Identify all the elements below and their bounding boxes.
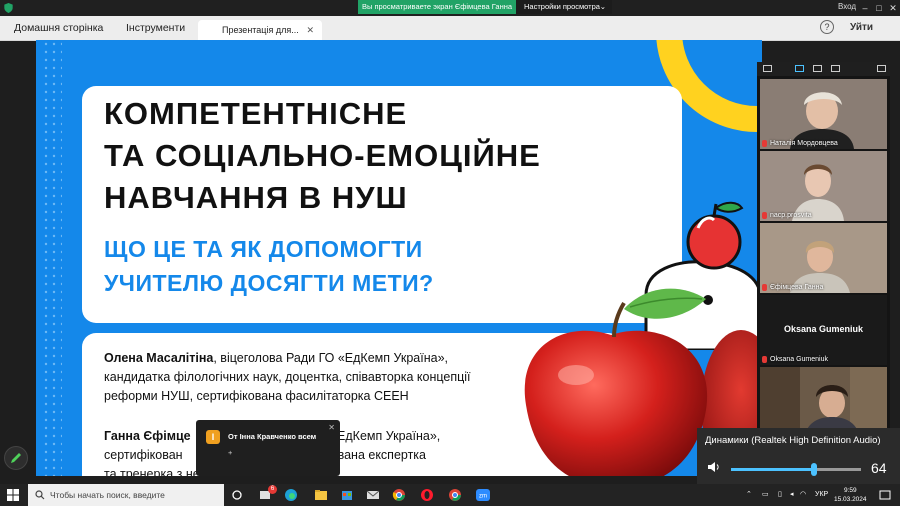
slide-subtitle-line-1: ЩО ЦЕ ТА ЯК ДОПОМОГТИ bbox=[104, 236, 423, 262]
tab-home[interactable]: Домашня сторінка bbox=[14, 22, 103, 34]
strip-view-icon[interactable] bbox=[831, 65, 840, 72]
speaker-2-desc-2: сертифікован bbox=[104, 448, 183, 462]
close-tab-icon[interactable]: ✕ bbox=[306, 20, 314, 40]
shield-icon bbox=[4, 3, 13, 13]
chat-message-text: + bbox=[228, 448, 233, 457]
volume-value: 64 bbox=[871, 460, 887, 476]
chevron-down-icon: ⌄ bbox=[599, 2, 606, 11]
view-settings-dropdown[interactable]: Настройки просмотра ⌄ bbox=[516, 0, 612, 14]
participant-name: nacp.prosvita bbox=[770, 212, 812, 219]
close-icon[interactable]: ✕ bbox=[886, 0, 900, 16]
tab-tools[interactable]: Інструменти bbox=[126, 22, 185, 34]
minimize-icon[interactable]: – bbox=[858, 0, 872, 16]
speaker-1-desc-3: реформи НУШ, сертифікована фасилітаторка… bbox=[104, 389, 409, 403]
annotate-pen-button[interactable] bbox=[4, 446, 28, 470]
panel-header bbox=[757, 62, 890, 76]
view-toggle-icon[interactable] bbox=[763, 65, 772, 72]
participant-tile[interactable]: nacp.prosvita bbox=[760, 151, 887, 221]
taskbar-clock[interactable]: 9:59 15.03.2024 bbox=[834, 486, 867, 504]
tab-presentation[interactable]: Презентація для... ✕ bbox=[198, 20, 322, 40]
dot-pattern bbox=[42, 40, 62, 476]
login-button[interactable]: Вход bbox=[838, 2, 856, 11]
edge-browser-icon[interactable] bbox=[284, 488, 298, 502]
clock-time: 9:59 bbox=[843, 487, 857, 494]
chat-sender-line: От Інна Кравченко всем bbox=[228, 432, 317, 441]
participants-panel: Наталія Мордовцева nacp.prosvita Єфімцев… bbox=[757, 62, 890, 476]
exit-button[interactable]: Уйти bbox=[850, 22, 873, 33]
tray-chevron-icon[interactable]: ⌃ bbox=[746, 490, 752, 498]
slide-title-line-3: НАВЧАННЯ В НУШ bbox=[104, 180, 408, 215]
search-icon bbox=[35, 490, 45, 500]
maximize-icon[interactable]: □ bbox=[872, 0, 886, 16]
participant-tile[interactable]: Єфімцева Ганна bbox=[760, 223, 887, 293]
viewing-screen-label: Вы просматриваете экран Єфімцева Ганна bbox=[358, 0, 516, 14]
network-icon[interactable]: ▭ bbox=[762, 490, 769, 498]
gallery-view-icon[interactable] bbox=[813, 65, 822, 72]
windows-start-icon[interactable] bbox=[7, 489, 19, 501]
shared-slide: КОМПЕТЕНТНІСНЕ ТА СОЦІАЛЬНО-ЕМОЦІЙНЕ НАВ… bbox=[36, 40, 762, 476]
notification-badge: 6 bbox=[268, 485, 277, 494]
search-placeholder: Чтобы начать поиск, введите bbox=[50, 490, 165, 500]
action-center-icon[interactable] bbox=[878, 488, 892, 502]
taskbar-search-input[interactable]: Чтобы начать поиск, введите bbox=[28, 484, 224, 506]
participant-name: Наталія Мордовцева bbox=[770, 140, 838, 147]
participant-tile[interactable] bbox=[760, 367, 887, 437]
participant-center-name: Oksana Gumeniuk bbox=[783, 324, 864, 334]
speaker-view-icon[interactable] bbox=[795, 65, 804, 72]
screen-share-bar: Вы просматриваете экран Єфімцева Ганна Н… bbox=[0, 0, 900, 16]
speaker-1-paragraph: Олена Масалітіна, віцеголова Ради ГО «Ед… bbox=[104, 349, 524, 406]
chrome-icon[interactable] bbox=[392, 488, 406, 502]
battery-icon[interactable]: ▯ bbox=[778, 490, 782, 498]
participant-name: Oksana Gumeniuk bbox=[770, 356, 828, 363]
help-icon[interactable]: ? bbox=[820, 20, 834, 34]
store-icon[interactable] bbox=[340, 488, 354, 502]
slide-title-line-2: ТА СОЦІАЛЬНО-ЕМОЦІЙНЕ bbox=[104, 138, 541, 173]
volume-slider-thumb[interactable] bbox=[811, 463, 818, 476]
speaker-1-name: Олена Масалітіна bbox=[104, 351, 214, 365]
zoom-app-icon[interactable]: zm bbox=[476, 488, 490, 502]
app-tab-bar: Домашня сторінка Інструменти Презентація… bbox=[0, 16, 900, 41]
wifi-icon[interactable]: ◠ bbox=[800, 490, 806, 498]
svg-text:zm: zm bbox=[479, 494, 487, 500]
participant-video bbox=[760, 367, 887, 437]
task-view-icon[interactable] bbox=[230, 488, 244, 502]
chrome-profile-icon[interactable] bbox=[448, 488, 462, 502]
clock-date: 15.03.2024 bbox=[834, 496, 867, 503]
speaker-icon[interactable] bbox=[707, 460, 721, 474]
view-settings-label: Настройки просмотра bbox=[524, 2, 600, 11]
pen-icon bbox=[11, 453, 21, 463]
participant-tile[interactable]: Наталія Мордовцева bbox=[760, 79, 887, 149]
windows-taskbar: Чтобы начать поиск, введите 6 zm ⌃ ▭ ▯ ◂… bbox=[0, 484, 900, 506]
chat-notification[interactable]: І От Інна Кравченко всем + ✕ bbox=[196, 420, 340, 476]
close-notification-icon[interactable]: ✕ bbox=[328, 423, 335, 432]
participant-tile[interactable]: Oksana Gumeniuk Oksana Gumeniuk bbox=[760, 295, 887, 365]
slide-subtitle-line-2: УЧИТЕЛЮ ДОСЯГТИ МЕТИ? bbox=[104, 270, 434, 296]
language-indicator[interactable]: УКР bbox=[815, 491, 828, 498]
volume-slider[interactable] bbox=[731, 463, 861, 476]
speaker-2-name: Ганна Єфімце bbox=[104, 429, 191, 443]
participant-name: Єфімцева Ганна bbox=[770, 284, 824, 291]
tab-presentation-label: Презентація для... bbox=[222, 25, 299, 35]
speaker-1-desc-2: кандидатка філологічних наук, доцентка, … bbox=[104, 370, 471, 384]
speaker-1-desc-1: , віцеголова Ради ГО «ЕдКемп Україна», bbox=[213, 351, 449, 365]
volume-flyout: Динамики (Realtek High Definition Audio)… bbox=[697, 428, 900, 484]
file-explorer-icon[interactable] bbox=[314, 488, 328, 502]
chat-sender-avatar: І bbox=[206, 430, 220, 444]
mail-icon[interactable] bbox=[366, 488, 380, 502]
slide-title-line-1: КОМПЕТЕНТНІСНЕ bbox=[104, 96, 408, 131]
audio-device-name: Динамики (Realtek High Definition Audio) bbox=[705, 435, 881, 446]
opera-icon[interactable] bbox=[420, 488, 434, 502]
volume-slider-fill bbox=[731, 468, 815, 471]
volume-tray-icon[interactable]: ◂ bbox=[790, 490, 794, 498]
panel-maximize-icon[interactable] bbox=[877, 65, 886, 72]
